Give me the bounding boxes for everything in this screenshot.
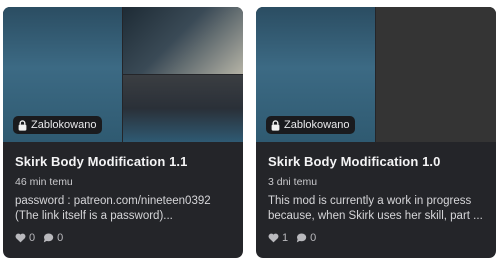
heart-icon [15, 233, 26, 243]
locked-badge: Zablokowano [13, 116, 103, 134]
thumbnail-image-bottom-right [123, 75, 243, 142]
comment-count: 0 [57, 232, 64, 244]
post-stats: 0 0 [15, 232, 63, 244]
post-card[interactable]: Zablokowano Skirk Body Modification 1.0 … [256, 7, 496, 258]
thumbnail-image-top-right [123, 7, 243, 74]
locked-badge: Zablokowano [266, 116, 356, 134]
heart-icon [268, 233, 279, 243]
post-description-line: (The link itself is a password)... [15, 210, 173, 222]
post-description: This mod is currently a work in progress… [268, 194, 484, 224]
thumbnail-image-right [376, 7, 496, 142]
like-button[interactable]: 1 [268, 232, 288, 244]
post-description-line: This mod is currently a work in progress [268, 195, 472, 207]
comment-count: 0 [310, 232, 317, 244]
post-timestamp: 46 min temu [15, 176, 73, 188]
comment-bubble-icon [296, 233, 307, 243]
comment-button[interactable]: 0 [296, 232, 316, 244]
like-count: 1 [282, 232, 289, 244]
locked-badge-label: Zablokowano [284, 119, 350, 131]
post-description-line: password : patreon.com/nineteen0392 [15, 195, 211, 207]
lock-icon [271, 119, 280, 131]
post-description-line: because, when Skirk uses her skill, part… [268, 210, 483, 222]
post-card[interactable]: Zablokowano Skirk Body Modification 1.1 … [3, 7, 243, 258]
post-thumbnail[interactable]: Zablokowano [3, 7, 243, 142]
comment-bubble-icon [43, 233, 54, 243]
lock-icon [18, 119, 27, 131]
like-button[interactable]: 0 [15, 232, 35, 244]
comment-button[interactable]: 0 [43, 232, 63, 244]
post-title[interactable]: Skirk Body Modification 1.0 [268, 154, 484, 169]
post-grid: Zablokowano Skirk Body Modification 1.1 … [0, 0, 502, 265]
post-thumbnail[interactable]: Zablokowano [256, 7, 496, 142]
post-timestamp: 3 dni temu [268, 176, 318, 188]
like-count: 0 [29, 232, 36, 244]
post-title[interactable]: Skirk Body Modification 1.1 [15, 154, 231, 169]
locked-badge-label: Zablokowano [31, 119, 97, 131]
post-stats: 1 0 [268, 232, 316, 244]
post-description: password : patreon.com/nineteen0392 (The… [15, 194, 231, 224]
